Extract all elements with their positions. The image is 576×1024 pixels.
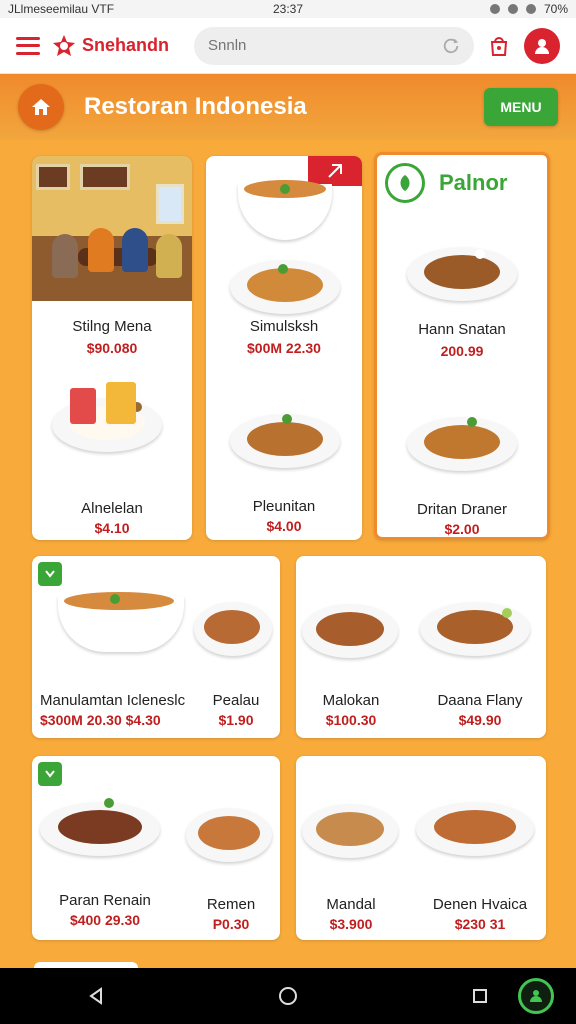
- menu-item-price: $3.900: [329, 916, 373, 932]
- menu-item-price: 200.99: [440, 343, 484, 359]
- featured-menu-card[interactable]: Palnor Hann Snatan 200.99 Dritan Draner …: [374, 152, 550, 540]
- menu-card[interactable]: Malokan $100.30 Daana Flany $49.90: [296, 556, 546, 738]
- back-icon: [89, 987, 102, 1005]
- menu-item-name: Mandal: [326, 896, 376, 913]
- restaurant-photo: [32, 156, 192, 301]
- featured-badge-label: Palnor: [439, 170, 508, 195]
- alarm-icon: [489, 4, 500, 14]
- menu-item-name: Remen: [206, 896, 256, 913]
- hamburger-menu-icon[interactable]: [16, 36, 40, 55]
- menu-item-price: $230 31: [454, 916, 506, 932]
- dish-image: [230, 402, 340, 468]
- menu-item-price: $400 29.30: [69, 912, 141, 928]
- person-icon: [535, 38, 549, 54]
- menu-item-name: Manulamtan Icleneslc: [40, 692, 186, 709]
- featured-header: Palnor: [385, 163, 507, 203]
- app-header: Snehandn: [0, 18, 576, 74]
- home-circle-icon: [279, 987, 297, 1005]
- restaurant-title: Restoran Indonesia: [84, 93, 307, 120]
- refresh-search-icon[interactable]: [442, 37, 460, 55]
- system-navigation-bar: [0, 968, 576, 1024]
- dish-image: [186, 796, 276, 862]
- dish-image: [50, 588, 184, 652]
- menu-card[interactable]: Paran Renain $400 29.30 Remen P0.30: [32, 756, 280, 940]
- menu-item-name: Alnelelan: [81, 500, 143, 517]
- leaf-badge-icon: [385, 163, 425, 203]
- brand-logo[interactable]: Snehandn: [52, 34, 182, 58]
- menu-item-price: $90.080: [86, 340, 138, 356]
- dish-image: [416, 790, 536, 856]
- menu-item-name: Malokan: [322, 692, 380, 709]
- menu-item-name: Pealau: [212, 692, 260, 709]
- brand-name: Snehandn: [82, 35, 170, 55]
- menu-card[interactable]: Simulsksh $00M 22.30 Pleunitan $4.00: [206, 156, 362, 540]
- shopping-bag-icon[interactable]: [486, 33, 512, 59]
- menu-button[interactable]: MENU: [484, 88, 558, 126]
- menu-card[interactable]: Mandal $3.900 Denen Hvaica $230 31: [296, 756, 546, 940]
- dish-image: [40, 790, 166, 856]
- recents-icon: [473, 989, 487, 1003]
- menu-item-price: $4.10: [94, 520, 130, 536]
- circle-home-icon[interactable]: [270, 978, 306, 1014]
- menu-item-price: $100.30: [325, 712, 377, 728]
- menu-item-name: Dritan Draner: [416, 501, 508, 518]
- back-triangle-icon[interactable]: [78, 978, 114, 1014]
- veg-badge-icon: [38, 762, 62, 786]
- menu-item-price: $49.90: [458, 712, 502, 728]
- menu-item-price: $2.00: [444, 521, 480, 537]
- square-recents-icon[interactable]: [462, 978, 498, 1014]
- menu-card[interactable]: Stilng Mena $90.080 Alnelelan $4.10: [32, 156, 192, 540]
- search-input[interactable]: [208, 37, 442, 54]
- menu-item-price: $4.00: [266, 518, 302, 534]
- assistant-icon[interactable]: [518, 978, 554, 1014]
- menu-item-price: P0.30: [212, 916, 250, 932]
- menu-item-price: $300M 20.30 $4.30: [40, 712, 161, 728]
- arrow-down-icon: [45, 770, 55, 778]
- drink-glass: [70, 388, 96, 424]
- menu-card[interactable]: Manulamtan Icleneslc $300M 20.30 $4.30 P…: [32, 556, 280, 738]
- menu-item-name: Paran Renain: [59, 892, 151, 909]
- dish-image: [407, 405, 517, 471]
- dish-image: [407, 235, 517, 301]
- dish-image: [302, 792, 402, 858]
- status-right: 70%: [381, 2, 568, 16]
- menu-item-name: Daana Flany: [437, 692, 523, 709]
- status-left-text: JLlmeseemilau VTF: [8, 2, 115, 16]
- veg-badge-icon: [38, 562, 62, 586]
- menu-item-price: $1.90: [218, 712, 254, 728]
- status-time: 23:37: [272, 2, 304, 16]
- menu-item-name: Denen Hvaica: [432, 896, 528, 913]
- home-button[interactable]: [18, 84, 64, 130]
- leaf-icon: [400, 175, 410, 191]
- dish-image: [194, 590, 274, 656]
- user-profile-icon[interactable]: [524, 27, 560, 64]
- assistant-person-icon: [530, 990, 542, 1002]
- menu-item-name: Hann Snatan: [418, 321, 506, 338]
- signal-icon: [525, 4, 536, 14]
- dish-image: [230, 176, 340, 240]
- dish-image: [230, 248, 340, 314]
- search-bar[interactable]: [194, 26, 474, 65]
- dish-image: [420, 590, 530, 656]
- star-logo-icon: [53, 34, 75, 56]
- drink-glass: [106, 382, 136, 424]
- wifi-icon: [507, 4, 518, 14]
- status-bar: JLlmeseemilau VTF 23:37 70%: [0, 0, 576, 18]
- menu-item-name: Simulsksh: [249, 318, 319, 335]
- arrow-down-icon: [45, 570, 55, 578]
- dish-image: [302, 592, 402, 658]
- home-icon: [32, 99, 50, 115]
- menu-item-name: Stilng Mena: [72, 318, 152, 335]
- battery-percentage: 70%: [543, 2, 569, 16]
- menu-item-price: $00M 22.30: [247, 340, 321, 356]
- menu-item-name: Pleunitan: [252, 498, 316, 515]
- restaurant-header: Restoran Indonesia MENU: [0, 74, 576, 140]
- menu-grid: Stilng Mena $90.080 Alnelelan $4.10 Simu…: [0, 140, 576, 970]
